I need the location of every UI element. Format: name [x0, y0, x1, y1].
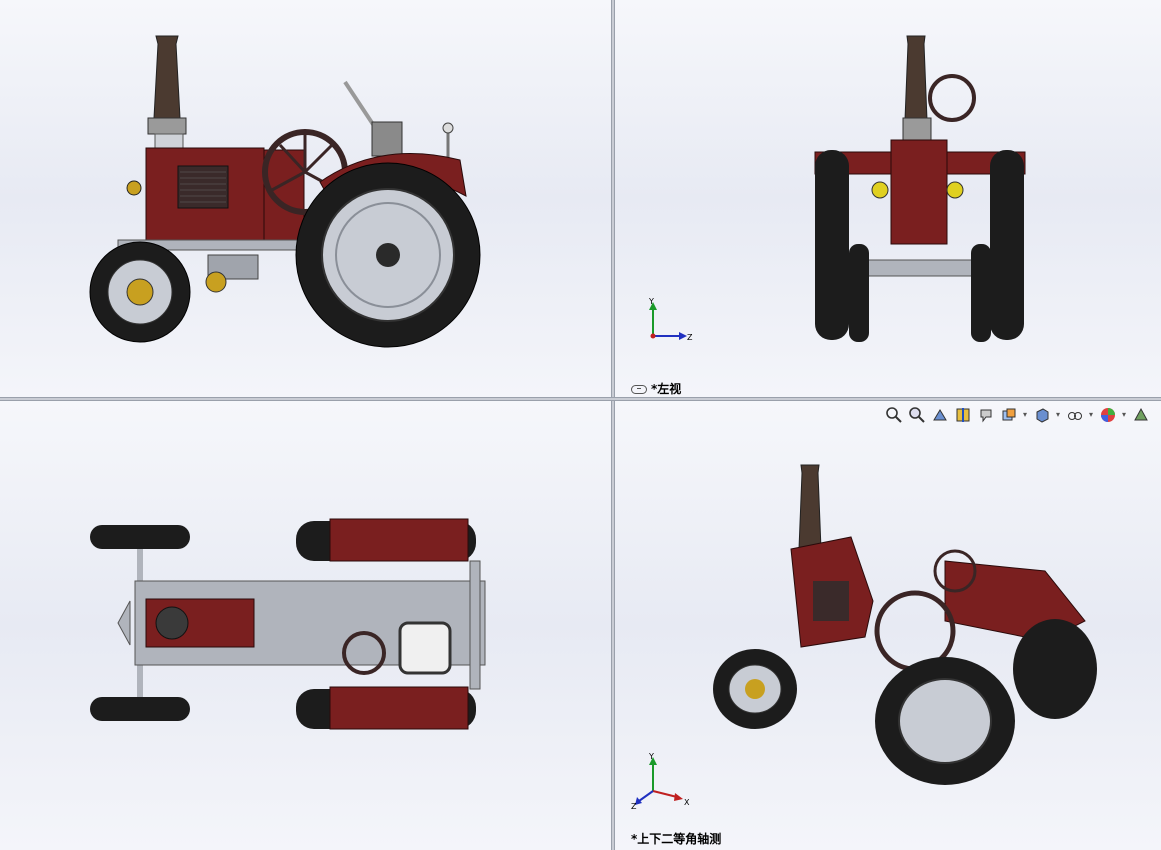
viewport-bottom-view[interactable]: [0, 401, 611, 850]
tractor-iso-model[interactable]: [615, 401, 1161, 850]
triad-x-label-iso: X: [684, 798, 690, 807]
viewport-side-view[interactable]: [0, 0, 611, 397]
view-name-text: *左视: [651, 382, 682, 396]
tractor-bottom-model[interactable]: [0, 401, 611, 850]
view-name-label: *左视: [631, 380, 681, 397]
coordinate-triad-iso: Y X Z: [631, 752, 690, 809]
triad-y-label: Y: [648, 297, 654, 306]
viewport-splitter-horizontal[interactable]: [0, 397, 1161, 401]
triad-z-label: Z: [687, 333, 693, 342]
triad-y-label-iso: Y: [648, 752, 654, 761]
view-name-text-iso: *上下二等角轴测: [631, 832, 722, 846]
viewport-trimetric-view[interactable]: ▾ ▾ ▾ ▾ Y X Z *上下二等角轴测: [615, 401, 1161, 850]
tractor-side-model[interactable]: [0, 0, 611, 397]
viewport-left-view[interactable]: Y Z *左视: [615, 0, 1161, 397]
link-views-icon[interactable]: [631, 385, 647, 394]
triad-z-label-iso: Z: [631, 802, 637, 809]
viewport-splitter-vertical[interactable]: [611, 0, 615, 850]
coordinate-triad: Y Z: [648, 297, 693, 342]
view-name-label-iso: *上下二等角轴测: [631, 830, 721, 847]
